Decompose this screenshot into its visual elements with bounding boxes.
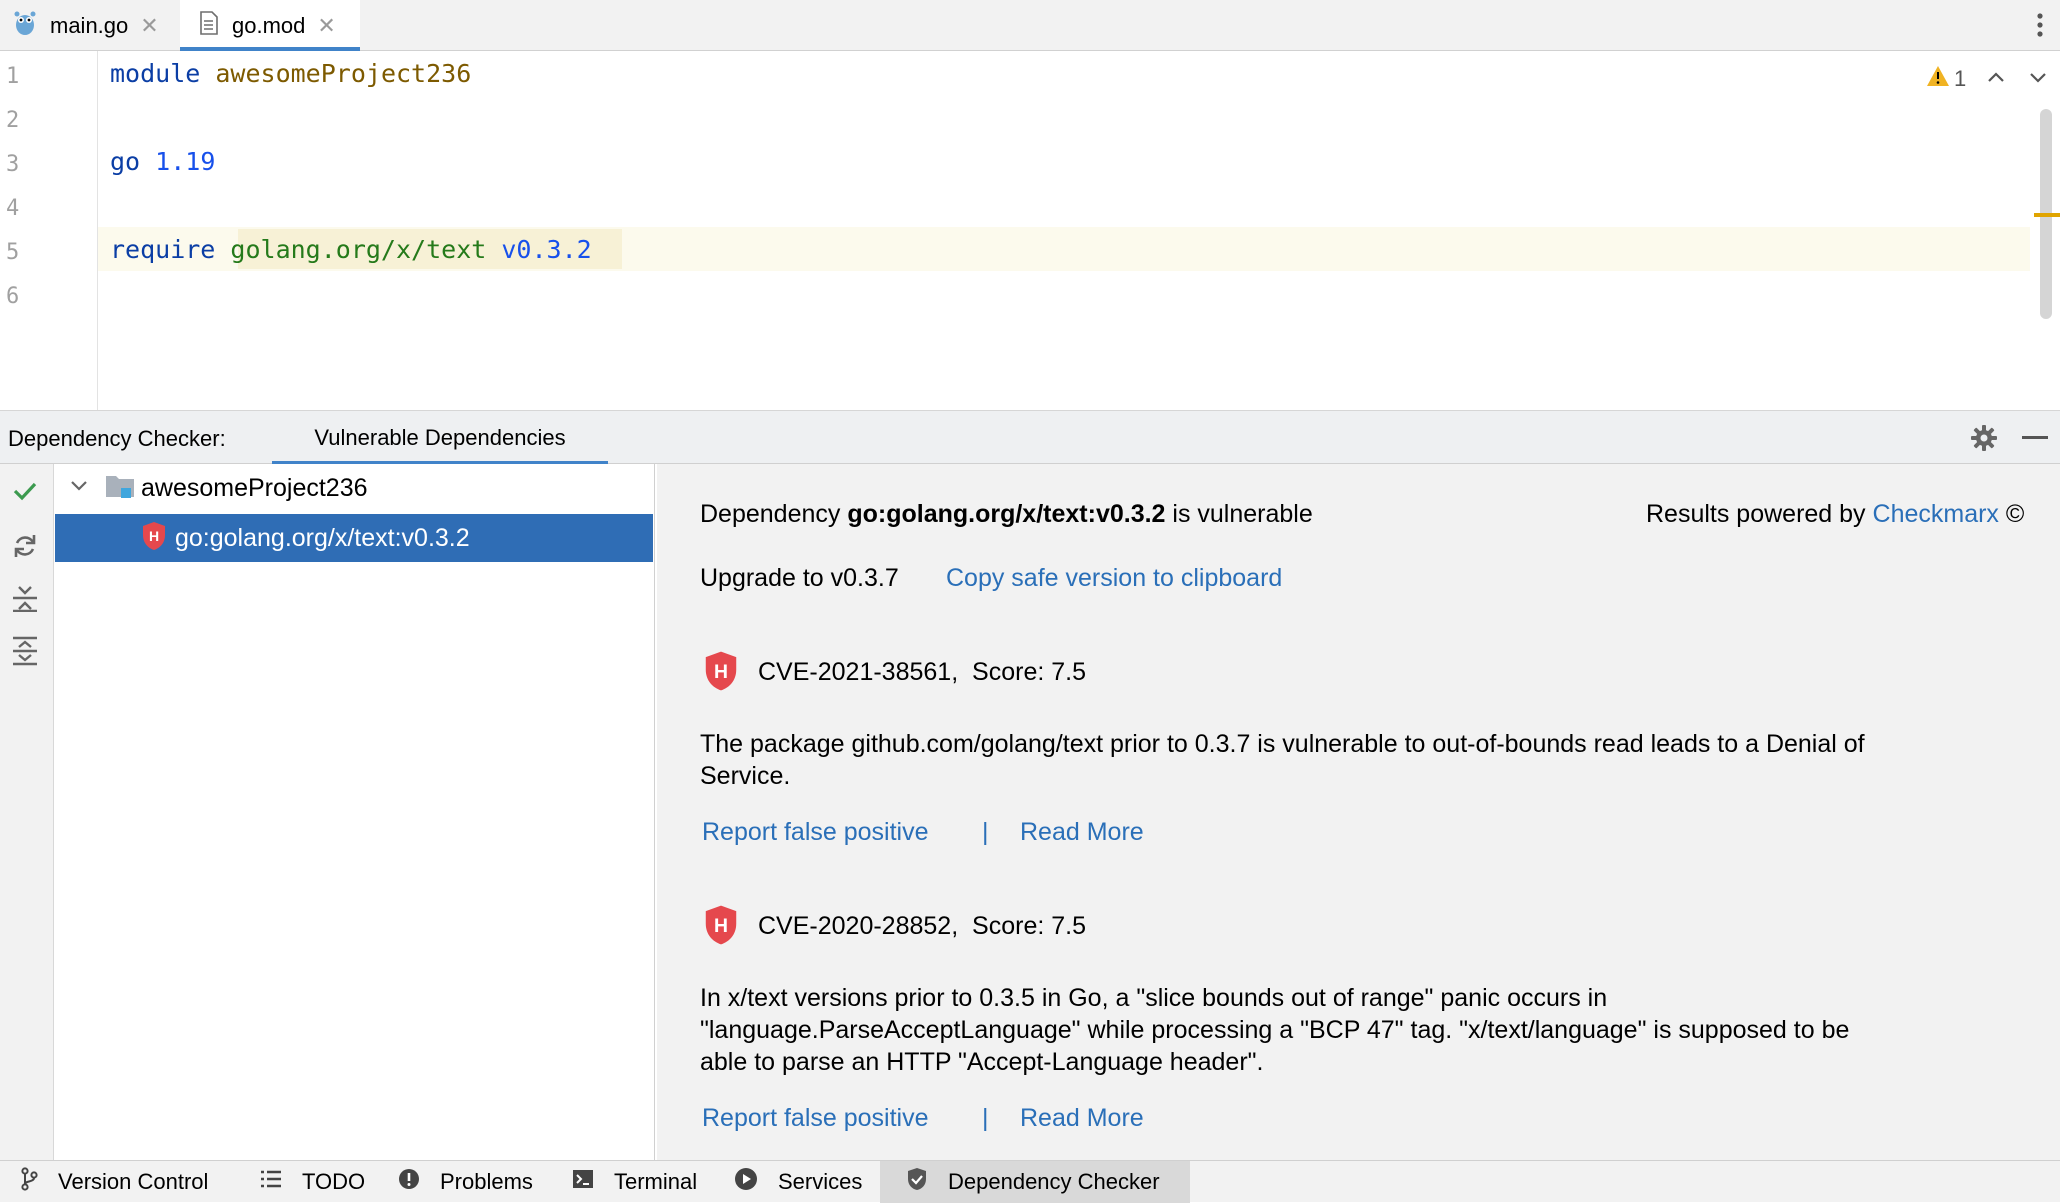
cve-description-line: able to parse an HTTP "Accept-Language h… <box>700 1048 1264 1076</box>
code-line-5: require golang.org/x/text v0.3.2 <box>110 235 592 264</box>
line-number: 6 <box>6 284 20 309</box>
tab-label: main.go <box>50 12 129 38</box>
cve-score: Score: 7.5 <box>972 658 1086 686</box>
chevron-down-icon[interactable] <box>69 479 89 498</box>
svg-text:H: H <box>714 915 728 937</box>
code-line-3: go 1.19 <box>110 147 216 176</box>
checkmarx-link[interactable]: Checkmarx <box>1873 500 1999 528</box>
more-options-icon[interactable] <box>2030 10 2050 40</box>
cve-description-line: "language.ParseAcceptLanguage" while pro… <box>700 1016 1850 1044</box>
cve-description-line: The package github.com/golang/text prior… <box>700 730 1865 758</box>
shield-h-icon: H <box>703 650 739 697</box>
svg-text:H: H <box>149 528 159 544</box>
shield-check-icon <box>906 1167 938 1197</box>
line-number: 4 <box>6 196 20 221</box>
problems-button[interactable]: Problems <box>398 1161 533 1203</box>
cve-score: Score: 7.5 <box>972 912 1086 940</box>
tab-main-go[interactable]: main.go ✕ <box>14 0 180 51</box>
dependency-status: Dependency go:golang.org/x/text:v0.3.2 i… <box>700 500 1313 528</box>
folder-icon <box>105 473 135 504</box>
next-highlight-icon[interactable] <box>2027 67 2049 92</box>
cve-header: CVE-2021-38561, Score: 7.5 <box>758 658 1086 687</box>
tab-label: go.mod <box>232 12 306 38</box>
svg-text:H: H <box>714 661 728 683</box>
cve-header: CVE-2020-28852, Score: 7.5 <box>758 912 1086 941</box>
minimize-icon[interactable] <box>2022 436 2048 439</box>
warning-marker[interactable] <box>2034 213 2060 217</box>
check-icon[interactable] <box>12 480 38 507</box>
previous-highlight-icon[interactable] <box>1985 67 2007 92</box>
line-number: 1 <box>6 64 20 89</box>
line-gutter: 1 2 3 4 5 6 <box>0 51 98 410</box>
cve-id: CVE-2021-38561, <box>758 658 959 686</box>
tree-node-label: go:golang.org/x/text:v0.3.2 <box>175 523 470 552</box>
tree-node-label: awesomeProject236 <box>141 473 368 502</box>
tab-go-mod[interactable]: go.mod ✕ <box>180 0 360 52</box>
file-icon <box>200 10 218 41</box>
services-button[interactable]: Services <box>734 1161 862 1203</box>
todo-button[interactable]: TODO <box>260 1161 365 1203</box>
warning-icon <box>1926 65 1950 93</box>
read-more-link[interactable]: Read More <box>1020 818 1144 847</box>
tool-window-header: Dependency Checker: Vulnerable Dependenc… <box>0 410 2060 466</box>
vulnerability-details: Dependency go:golang.org/x/text:v0.3.2 i… <box>657 464 2060 1160</box>
gear-icon[interactable] <box>1970 424 1998 457</box>
dependency-name: go:golang.org/x/text:v0.3.2 <box>847 500 1166 528</box>
powered-by: Results powered by Checkmarx © <box>1646 500 2025 528</box>
line-number: 3 <box>6 152 20 177</box>
refresh-icon[interactable] <box>11 532 39 565</box>
list-icon <box>260 1169 292 1195</box>
cve-description-line: In x/text versions prior to 0.3.5 in Go,… <box>700 984 1608 1012</box>
tab-label: Vulnerable Dependencies <box>314 425 566 450</box>
gopher-icon <box>14 10 36 42</box>
terminal-icon <box>572 1169 604 1195</box>
close-icon[interactable]: ✕ <box>317 13 335 39</box>
upgrade-text: Upgrade to v0.3.7 <box>700 564 899 592</box>
tab-vulnerable-dependencies[interactable]: Vulnerable Dependencies <box>272 411 608 466</box>
dependency-tree: awesomeProject236 H go:golang.org/x/text… <box>55 464 655 1160</box>
cve-description-line: Service. <box>700 762 791 790</box>
code-editor[interactable]: 1 2 3 4 5 6 module awesomeProject236 go … <box>0 51 2060 410</box>
cve-id: CVE-2020-28852, <box>758 912 959 940</box>
tree-node-project[interactable]: awesomeProject236 <box>55 464 655 512</box>
link-separator: | <box>982 1104 989 1132</box>
expand-all-icon[interactable] <box>12 636 38 671</box>
tool-window-bar: Version Control TODO Problems Terminal S… <box>0 1160 2060 1203</box>
tree-node-dependency[interactable]: H go:golang.org/x/text:v0.3.2 <box>55 514 653 562</box>
report-false-positive-link[interactable]: Report false positive <box>702 1104 929 1133</box>
shield-h-icon: H <box>141 521 167 556</box>
read-more-link[interactable]: Read More <box>1020 1104 1144 1133</box>
collapse-all-icon[interactable] <box>12 584 38 617</box>
version-control-button[interactable]: Version Control <box>20 1161 208 1203</box>
branch-icon <box>20 1167 48 1197</box>
editor-tab-bar: main.go ✕ go.mod ✕ <box>0 0 2060 52</box>
line-number: 5 <box>6 240 20 265</box>
shield-h-icon: H <box>703 904 739 951</box>
problems-icon <box>398 1168 430 1196</box>
warning-indicator[interactable]: 1 <box>1926 65 1966 93</box>
link-separator: | <box>982 818 989 846</box>
terminal-button[interactable]: Terminal <box>572 1161 697 1203</box>
tool-window-title: Dependency Checker: <box>8 426 226 451</box>
tool-window-toolbar <box>0 464 54 1160</box>
copy-safe-version-link[interactable]: Copy safe version to clipboard <box>946 564 1282 593</box>
close-icon[interactable]: ✕ <box>140 13 158 39</box>
warning-count: 1 <box>1954 66 1967 91</box>
dependency-checker-button[interactable]: Dependency Checker <box>880 1161 1190 1203</box>
services-icon <box>734 1167 768 1197</box>
code-line-1: module awesomeProject236 <box>110 59 472 88</box>
report-false-positive-link[interactable]: Report false positive <box>702 818 929 847</box>
line-number: 2 <box>6 108 20 133</box>
